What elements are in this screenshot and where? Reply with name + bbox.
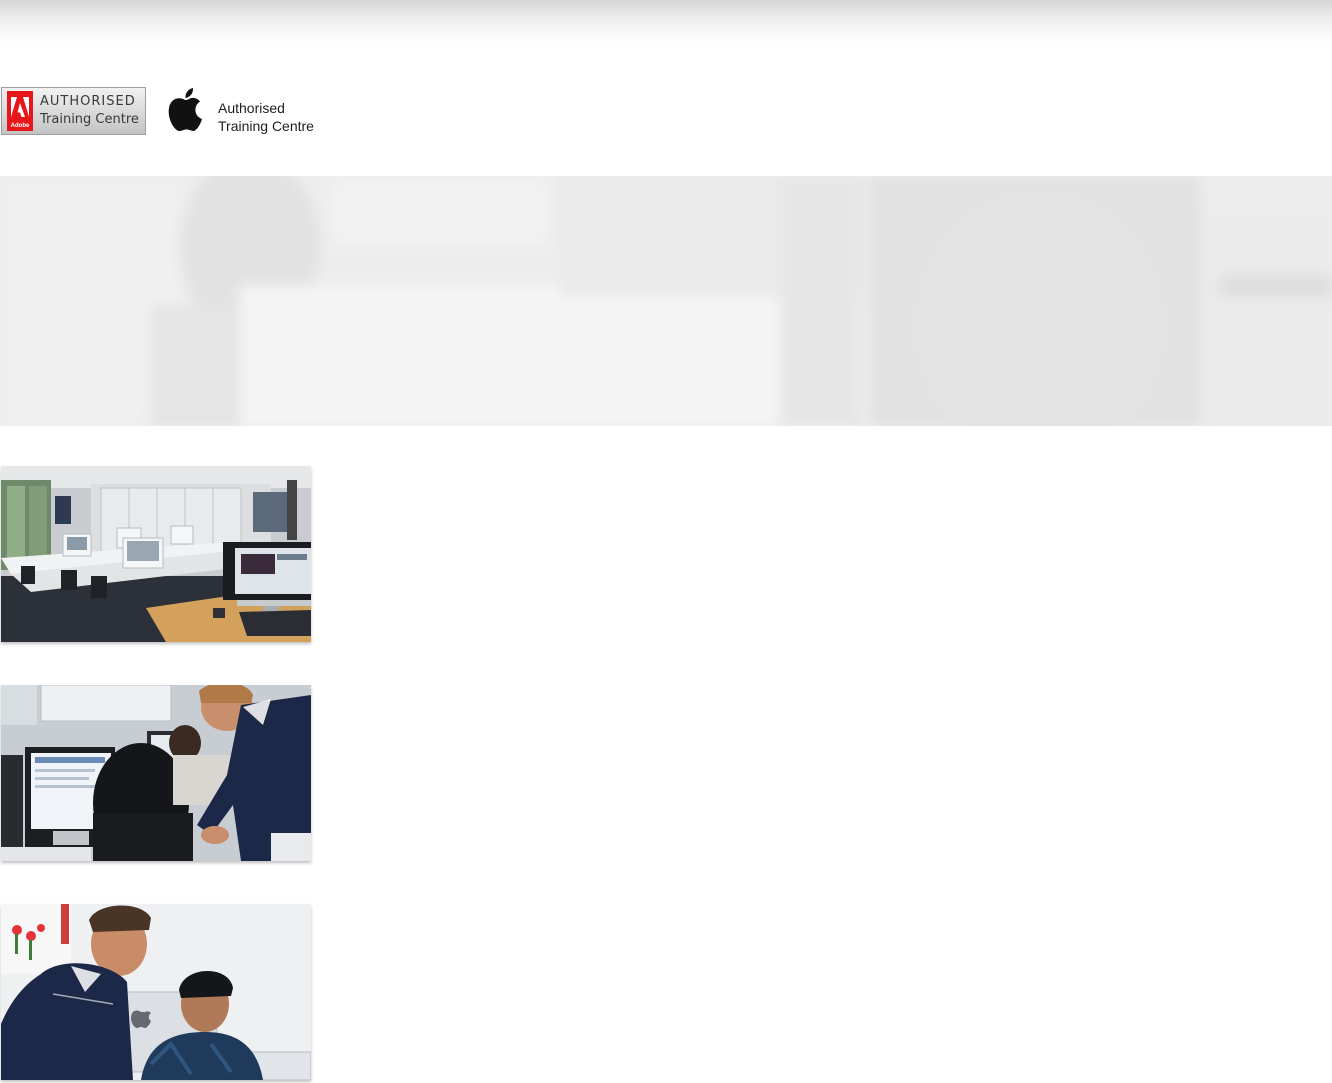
page: Adobe AUTHORISED Training Centre Authori… [0,0,1332,1083]
adobe-authorised-training-centre-badge[interactable]: Adobe AUTHORISED Training Centre [1,87,146,135]
apple-badge-line1: Authorised [218,100,285,116]
instructor-and-student-photo [1,904,311,1080]
adobe-badge-line1: AUTHORISED [40,94,136,109]
adobe-logo-icon: Adobe [7,91,33,131]
top-shadow-bar [0,0,1332,44]
apple-authorised-training-centre-badge[interactable]: Authorised Training Centre [167,88,327,136]
instructor-helping-student-photo [1,685,311,861]
adobe-badge-line2: Training Centre [40,112,139,127]
apple-logo-icon [168,88,202,132]
training-room-photo [1,466,311,642]
hero-banner-image [0,176,1332,426]
adobe-brand-text: Adobe [10,123,30,129]
apple-badge-line2: Training Centre [218,118,314,134]
